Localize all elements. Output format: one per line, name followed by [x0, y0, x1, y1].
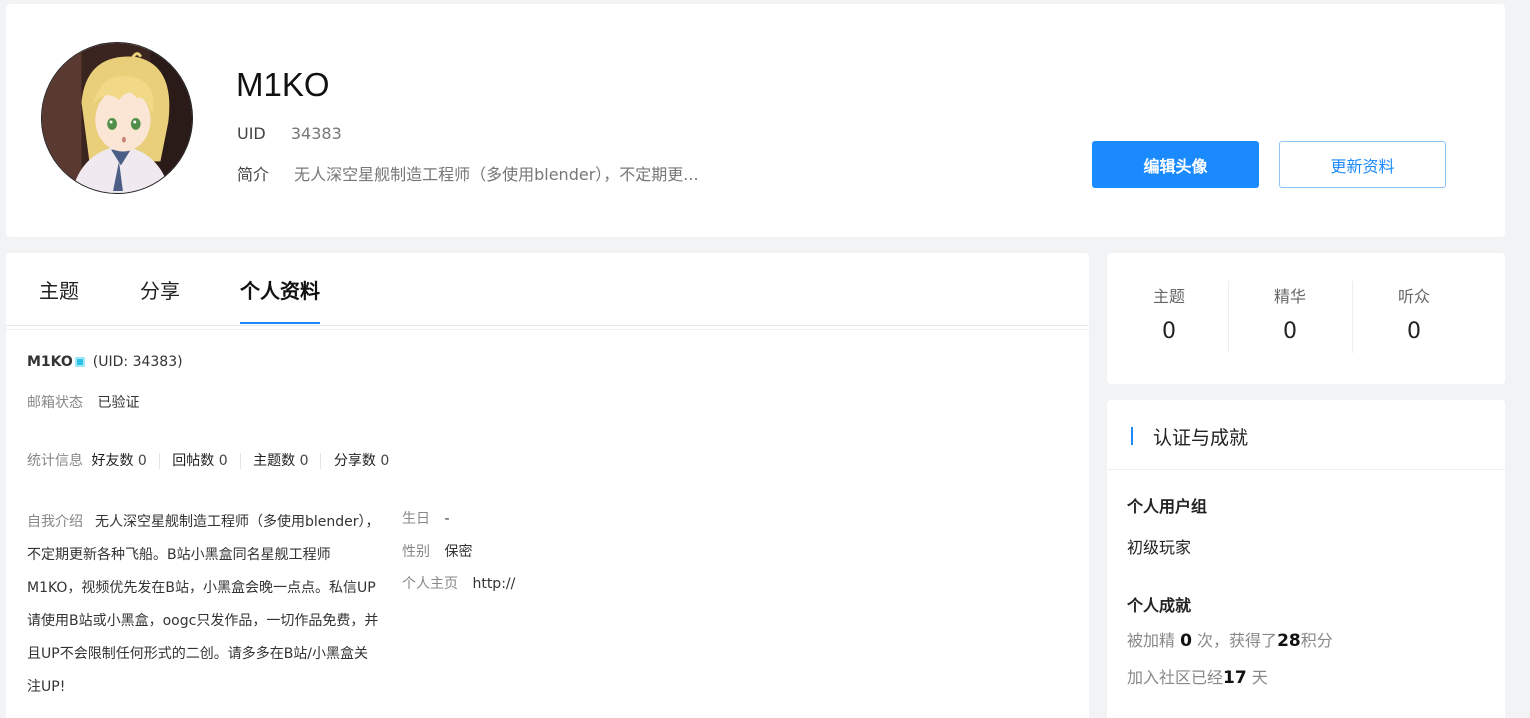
intro-line: 请使用B站或小黑盒，oogc只发作品，一切作品免费，并: [27, 613, 379, 629]
stat-topics[interactable]: 主题数 0: [253, 453, 322, 469]
counter-digest[interactable]: 精华 0: [1228, 283, 1352, 344]
joined-days: 17: [1223, 668, 1247, 688]
counter-label: 主题: [1152, 287, 1185, 306]
intro-line: 不定期更新各种飞船。B站小黑盒同名星舰工程师: [27, 547, 331, 563]
intro-line: M1KO，视频优先发在B站，小黑盒会晚一点点。私信UP: [27, 580, 376, 596]
stat-shares-label: 分享数: [333, 453, 376, 469]
counter-label: 听众: [1397, 287, 1430, 306]
online-status-icon: [74, 357, 85, 367]
points-suffix: 积分: [1300, 631, 1333, 650]
stat-friends[interactable]: 好友数 0: [91, 453, 160, 469]
email-status-label: 邮箱状态: [27, 395, 83, 411]
stat-replies-label: 回帖数: [172, 453, 215, 469]
bio-row: 简介 无人深空星舰制造工程师（多使用blender），不定期更...: [237, 161, 699, 185]
counter-value: 0: [1407, 319, 1421, 344]
update-profile-button[interactable]: 更新资料: [1279, 141, 1446, 188]
avatar[interactable]: [41, 42, 193, 194]
intro-line: 注UP!: [27, 679, 66, 695]
email-status-line: 邮箱状态 已验证: [27, 392, 139, 412]
stat-shares[interactable]: 分享数 0: [334, 453, 401, 469]
divider: [6, 329, 1089, 330]
stats-label: 统计信息: [27, 453, 83, 469]
gender-value: 保密: [444, 544, 473, 560]
joined-prefix: 加入社区已经: [1127, 668, 1224, 687]
birthday-label: 生日: [402, 511, 430, 527]
intro-label: 自我介绍: [27, 514, 83, 530]
gender-field: 性别 保密: [402, 541, 472, 561]
profile-detail-card: 主题 分享 个人资料 M1KO (UID: 34383) 邮箱状态 已验证 统计信…: [6, 253, 1089, 718]
email-status-value: 已验证: [97, 395, 140, 411]
birthday-field: 生日 -: [402, 508, 450, 528]
stats-line: 统计信息 好友数 0 回帖数 0 主题数 0 分享数 0: [27, 450, 409, 470]
stat-replies[interactable]: 回帖数 0: [172, 453, 241, 469]
counters-card: 主题 0 精华 0 听众 0: [1107, 253, 1505, 384]
bio-value: 无人深空星舰制造工程师（多使用blender），不定期更...: [294, 165, 699, 184]
intro-line: 且UP不会限制任何形式的二创。请多多在B站/小黑盒关: [27, 646, 369, 662]
gender-label: 性别: [402, 544, 430, 560]
user-name-line: M1KO (UID: 34383): [27, 354, 183, 370]
bio-label: 简介: [237, 165, 270, 184]
intro-line: 无人深空星舰制造工程师（多使用blender），: [95, 514, 380, 530]
birthday-value: -: [444, 511, 450, 527]
tab-profile[interactable]: 个人资料: [240, 275, 320, 304]
counter-label: 精华: [1273, 287, 1306, 306]
counter-followers[interactable]: 听众 0: [1352, 283, 1476, 344]
achievements-title: 认证与成就: [1153, 427, 1249, 449]
stat-topics-label: 主题数: [253, 453, 296, 469]
points-count: 28: [1277, 631, 1301, 651]
avatar-image: [42, 43, 192, 193]
homepage-link[interactable]: http://: [472, 576, 515, 592]
digest-mid: 次，获得了: [1197, 631, 1278, 650]
achievements-header: 认证与成就: [1107, 400, 1505, 470]
profile-header-card: M1KO UID 34383 简介 无人深空星舰制造工程师（多使用blender…: [6, 4, 1505, 237]
counter-value: 0: [1283, 319, 1297, 344]
joined-days-line: 加入社区已经17 天: [1127, 664, 1268, 688]
user-group-title: 个人用户组: [1127, 497, 1208, 516]
accent-bar: [1131, 427, 1133, 445]
user-group-value: 初级玩家: [1127, 538, 1192, 557]
uid-label: UID: [237, 124, 266, 143]
stat-replies-value: 0: [218, 453, 228, 469]
digest-prefix: 被加精: [1127, 631, 1176, 650]
digest-points-line: 被加精 0 次，获得了28积分: [1127, 627, 1333, 651]
stat-friends-label: 好友数: [91, 453, 134, 469]
counter-topics[interactable]: 主题 0: [1107, 283, 1231, 344]
counter-value: 0: [1162, 319, 1176, 344]
stat-topics-value: 0: [299, 453, 309, 469]
uid-row: UID 34383: [237, 124, 342, 143]
uid-value: 34383: [290, 124, 342, 143]
detail-username[interactable]: M1KO: [27, 354, 73, 370]
homepage-field: 个人主页 http://: [402, 573, 515, 593]
detail-uid: (UID: 34383): [92, 354, 183, 370]
achievements-card: 认证与成就 个人用户组 初级玩家 个人成就 被加精 0 次，获得了28积分 加入…: [1107, 400, 1505, 718]
stat-shares-value: 0: [380, 453, 390, 469]
stat-friends-value: 0: [137, 453, 147, 469]
active-tab-indicator: [240, 322, 320, 324]
tab-topics[interactable]: 主题: [39, 275, 79, 304]
tab-shares[interactable]: 分享: [140, 275, 180, 304]
tab-bar: 主题 分享 个人资料: [6, 253, 1089, 326]
achievements-subtitle: 个人成就: [1127, 596, 1192, 615]
digest-count: 0: [1180, 631, 1192, 651]
joined-suffix: 天: [1251, 668, 1268, 687]
homepage-label: 个人主页: [402, 576, 458, 592]
username: M1KO: [236, 66, 330, 103]
edit-avatar-button[interactable]: 编辑头像: [1092, 141, 1259, 188]
intro-block: 自我介绍 无人深空星舰制造工程师（多使用blender）， 不定期更新各种飞船。B…: [27, 506, 407, 704]
